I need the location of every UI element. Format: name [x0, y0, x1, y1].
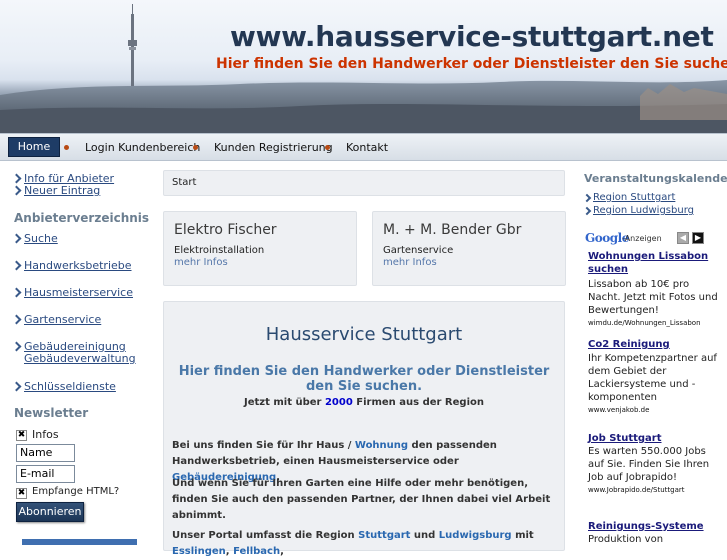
- events-heading: Veranstaltungskalender: [584, 172, 727, 185]
- provider-card[interactable]: M. + M. Bender Gbr Gartenservice mehr In…: [372, 211, 566, 286]
- card-category: Elektroinstallation: [174, 245, 265, 256]
- card-title: Elektro Fischer: [174, 222, 277, 238]
- sidebar-link-hausmeisterservice[interactable]: Hausmeisterservice: [24, 287, 133, 299]
- garden-paragraph: Und wenn Sie für Ihren Garten eine Hilfe…: [172, 478, 551, 521]
- infos-label: Infos: [32, 428, 59, 441]
- provider-count-value: 2000: [324, 397, 353, 408]
- welcome-heading: Hausservice Stuttgart: [265, 324, 463, 345]
- email-field[interactable]: E-mail: [16, 465, 75, 483]
- nav-kontakt[interactable]: Kontakt: [346, 139, 388, 158]
- ad-text: Produktion von: [588, 534, 664, 545]
- chevron-right-icon: [11, 260, 22, 271]
- link-wohnung[interactable]: Wohnung: [355, 440, 408, 451]
- sidebar-link-schluesseldienste[interactable]: Schlüsseldienste: [24, 381, 116, 393]
- chevron-right-icon: [582, 193, 592, 203]
- ad-text: Es warten 550.000 Jobs auf Sie. Finden S…: [588, 446, 710, 483]
- site-subtitle: Hier finden Sie den Handwerker oder Dien…: [216, 56, 727, 72]
- event-link-region-ludwigsburg[interactable]: Region Ludwigsburg: [593, 205, 694, 216]
- ads-next-icon[interactable]: ▶: [692, 232, 704, 244]
- sidebar-link-handwerksbetriebe[interactable]: Handwerksbetriebe: [24, 260, 132, 272]
- link-stuttgart[interactable]: Stuttgart: [358, 530, 410, 541]
- ads-prev-icon[interactable]: ◀: [677, 232, 689, 244]
- sidebar-link-gebaeudeverwaltung[interactable]: Gebäudeverwaltung: [24, 353, 136, 365]
- chevron-right-icon: [11, 173, 22, 184]
- region-paragraph: Unser Portal umfasst die Region Stuttgar…: [172, 530, 534, 557]
- main-navigation: Home Login Kundenbereich Kunden Registri…: [0, 133, 727, 161]
- newsletter-heading: Newsletter: [14, 406, 89, 420]
- sidebar-link-gartenservice[interactable]: Gartenservice: [24, 314, 101, 326]
- chevron-right-icon: [11, 287, 22, 298]
- html-checkbox[interactable]: ✖: [16, 488, 27, 499]
- link-fellbach[interactable]: Fellbach: [233, 546, 280, 557]
- nav-separator-dot: [325, 145, 330, 150]
- chevron-right-icon: [11, 381, 22, 392]
- site-header: www.hausservice-stuttgart.net Hier finde…: [0, 0, 727, 133]
- name-field[interactable]: Name: [16, 444, 75, 462]
- card-title: M. + M. Bender Gbr: [383, 222, 522, 238]
- welcome-subheading: Hier finden Sie den Handwerker oder Dien…: [178, 364, 550, 394]
- ad-text: Lissabon ab 10€ pro Nacht. Jetzt mit Fot…: [588, 279, 718, 316]
- sidebar-link-suche[interactable]: Suche: [24, 233, 58, 245]
- welcome-box: Hausservice Stuttgart Hier finden Sie de…: [163, 301, 565, 557]
- sidebar-bottom-banner: [22, 539, 137, 545]
- nav-separator-dot: [64, 145, 69, 150]
- ad-url[interactable]: www.venjakob.de: [588, 406, 727, 414]
- infos-checkbox[interactable]: ✖: [16, 430, 27, 441]
- chevron-right-icon: [11, 233, 22, 244]
- nav-separator-dot: [193, 145, 198, 150]
- link-esslingen[interactable]: Esslingen: [172, 546, 226, 557]
- chevron-right-icon: [11, 185, 22, 196]
- card-category: Gartenservice: [383, 245, 454, 256]
- link-ludwigsburg[interactable]: Ludwigsburg: [439, 530, 512, 541]
- sidebar-link-neuer-eintrag[interactable]: Neuer Eintrag: [24, 185, 100, 197]
- event-link-region-stuttgart[interactable]: Region Stuttgart: [593, 192, 675, 203]
- nav-login-kundenbereich[interactable]: Login Kundenbereich: [85, 139, 200, 158]
- chevron-right-icon: [11, 341, 22, 352]
- left-sidebar: Info für Anbieter Neuer Eintrag Anbieter…: [0, 163, 150, 545]
- nav-kunden-registrierung[interactable]: Kunden Registrierung: [214, 139, 333, 158]
- ads-label: -Anzeigen: [622, 234, 662, 243]
- nav-home[interactable]: Home: [8, 137, 60, 157]
- card-more-info-link[interactable]: mehr Infos: [174, 257, 346, 268]
- provider-card[interactable]: Elektro Fischer Elektroinstallation mehr…: [163, 211, 357, 286]
- directory-heading: Anbieterverzeichnis: [14, 211, 150, 225]
- chevron-right-icon: [11, 314, 22, 325]
- card-more-info-link[interactable]: mehr Infos: [383, 257, 555, 268]
- subscribe-button[interactable]: Abonnieren: [16, 502, 84, 522]
- ad-url[interactable]: www.Jobrapido.de/Stuttgart: [588, 486, 727, 494]
- site-title: www.hausservice-stuttgart.net: [230, 20, 714, 53]
- provider-count: Jetzt mit über 2000 Firmen aus der Regio…: [244, 397, 484, 408]
- right-sidebar: Veranstaltungskalender Region Stuttgart …: [578, 163, 727, 545]
- ad-text: Ihr Kompetenzpartner auf dem Gebiet der …: [588, 353, 717, 403]
- breadcrumb: Start: [163, 170, 565, 196]
- chevron-right-icon: [582, 206, 592, 216]
- html-label: Empfange HTML?: [32, 486, 120, 497]
- ad-url[interactable]: wimdu.de/Wohnungen_Lissabon: [588, 319, 727, 327]
- ad-title[interactable]: Job Stuttgart: [588, 432, 723, 445]
- ad-title[interactable]: Reinigungs-Systeme: [588, 520, 723, 533]
- ad-title[interactable]: Co2 Reinigung: [588, 338, 723, 351]
- ad-title[interactable]: Wohnungen Lissabon suchen: [588, 250, 723, 276]
